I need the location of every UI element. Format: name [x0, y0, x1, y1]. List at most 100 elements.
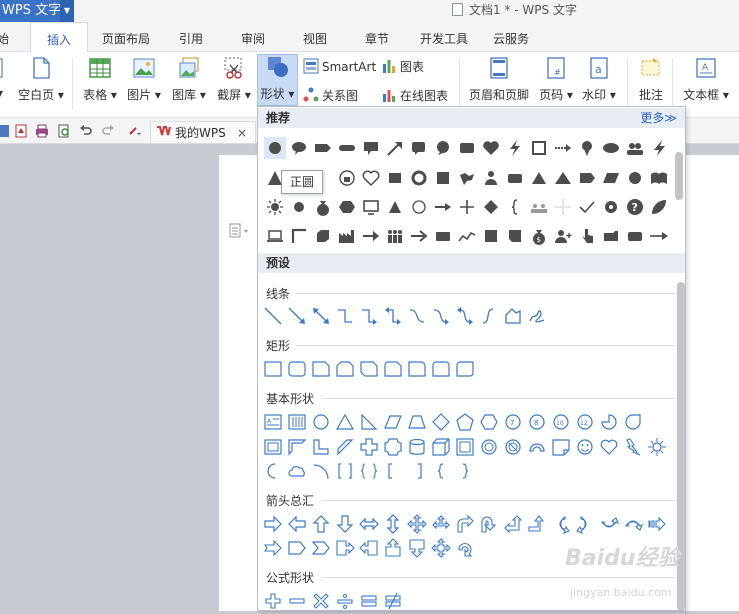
map-shape[interactable]	[456, 167, 478, 189]
elbow-arrow-connector-shape[interactable]	[359, 306, 379, 326]
donut-outline-shape[interactable]	[479, 437, 499, 457]
print-icon[interactable]	[35, 124, 49, 138]
diagonal-stripe-shape[interactable]	[335, 437, 355, 457]
lightning-outline-shape[interactable]	[623, 437, 643, 457]
half-frame-shape[interactable]	[287, 437, 307, 457]
quad-arrow-callout-shape[interactable]	[431, 538, 451, 558]
moon-shape[interactable]	[263, 461, 283, 481]
right-arrow-outline-shape[interactable]	[263, 514, 283, 534]
frame-outline-shape[interactable]	[263, 437, 283, 457]
round-callout-shape[interactable]	[432, 137, 454, 159]
octagon-shape[interactable]: 8	[527, 412, 547, 432]
pointer-hand-shape[interactable]	[576, 225, 598, 247]
math-equal-shape[interactable]	[359, 591, 379, 611]
heart-outline-2-shape[interactable]	[599, 437, 619, 457]
triangle-small-shape[interactable]	[528, 167, 550, 189]
tab-view[interactable]: 视图	[292, 22, 338, 52]
quad-arrow-shape[interactable]	[407, 514, 427, 534]
square-small-shape[interactable]	[432, 167, 454, 189]
mountain-shape[interactable]	[552, 167, 574, 189]
gallery-button[interactable]: 图库 ▾	[168, 56, 210, 114]
shapes-button[interactable]: 形状 ▾	[257, 54, 298, 106]
arrow-line-shape[interactable]	[287, 306, 307, 326]
math-divide-shape[interactable]	[335, 591, 355, 611]
chart-button[interactable]: 图表	[381, 57, 424, 77]
math-not-equal-shape[interactable]	[383, 591, 403, 611]
crosshair-shape[interactable]	[552, 196, 574, 218]
cloud-shape[interactable]	[287, 461, 307, 481]
question-shape[interactable]: ?	[624, 196, 646, 218]
bevel-shape[interactable]	[455, 437, 475, 457]
snip-same-side-rect-shape[interactable]	[335, 359, 355, 379]
book-shape[interactable]	[648, 167, 670, 189]
screenshot-button[interactable]: 截屏 ▾	[213, 56, 255, 114]
elbow-connector-shape[interactable]	[335, 306, 355, 326]
curved-connector-shape[interactable]	[407, 306, 427, 326]
double-brace-shape[interactable]	[359, 461, 379, 481]
oval-shape[interactable]	[311, 412, 331, 432]
plus-shape[interactable]	[456, 196, 478, 218]
left-right-arrow-shape[interactable]	[359, 514, 379, 534]
up-arrow-callout-shape[interactable]	[383, 538, 403, 558]
left-bracket-shape[interactable]	[383, 461, 403, 481]
up-down-arrow-shape[interactable]	[383, 514, 403, 534]
pentagon-arrow-outline-shape[interactable]	[287, 538, 307, 558]
hand-shape[interactable]	[336, 167, 358, 189]
circle-small-shape[interactable]	[624, 167, 646, 189]
money-bag-shape[interactable]	[312, 196, 334, 218]
gear-shape[interactable]	[600, 196, 622, 218]
left-arrow-callout-shape[interactable]	[359, 538, 379, 558]
snip-round-rect-shape[interactable]	[383, 359, 403, 379]
double-arrow-line-shape[interactable]	[311, 306, 331, 326]
up-arrow-outline-shape[interactable]	[311, 514, 331, 534]
brace-shape[interactable]	[504, 196, 526, 218]
pentagon-shape[interactable]	[455, 412, 475, 432]
redo-icon[interactable]	[101, 124, 115, 138]
l-shape[interactable]	[311, 437, 331, 457]
lightning-shape[interactable]	[504, 137, 526, 159]
app-menu-button[interactable]: WPS 文字 ▼	[0, 0, 74, 22]
ellipse-shape[interactable]	[600, 137, 622, 159]
tab-chapter[interactable]: 章节	[354, 22, 400, 52]
diamond-outline-shape[interactable]	[431, 412, 451, 432]
tab-developer[interactable]: 开发工具	[411, 22, 477, 52]
rounded-bar-shape[interactable]	[336, 137, 358, 159]
pie-shape[interactable]	[599, 412, 619, 432]
curved-left-arrow-shape[interactable]	[575, 514, 595, 535]
right-triangle-shape[interactable]	[359, 412, 379, 432]
donut-shape[interactable]	[408, 167, 430, 189]
parallelogram-outline-shape[interactable]	[383, 412, 403, 432]
dodecagon-shape[interactable]: 12	[575, 412, 595, 432]
arrow-right-shape[interactable]	[360, 225, 382, 247]
pdf-export-icon[interactable]	[14, 124, 28, 138]
vertical-textbox-shape[interactable]	[287, 412, 307, 432]
rect-rounded-2-shape[interactable]	[624, 225, 646, 247]
notched-right-arrow-shape[interactable]	[263, 538, 283, 558]
rect-callout-shape[interactable]	[360, 137, 382, 159]
crowd-shape[interactable]	[384, 225, 406, 247]
down-arrow-callout-shape[interactable]	[407, 538, 427, 558]
left-arrow-outline-shape[interactable]	[287, 514, 307, 534]
math-minus-shape[interactable]	[287, 591, 307, 611]
arc-shape[interactable]	[311, 461, 331, 481]
bolt-shape[interactable]	[648, 137, 670, 159]
user-add-shape[interactable]	[552, 225, 574, 247]
freeform-shape[interactable]	[503, 306, 523, 326]
undo-icon[interactable]	[79, 124, 93, 138]
isosceles-triangle-shape[interactable]	[335, 412, 355, 432]
rectangle-shape[interactable]	[263, 359, 283, 379]
tag-shape[interactable]	[576, 167, 598, 189]
square-shape[interactable]	[384, 167, 406, 189]
cross-shape[interactable]	[359, 437, 379, 457]
curve-shape[interactable]	[479, 306, 499, 326]
laptop-shape[interactable]	[264, 225, 286, 247]
curved-double-arrow-shape[interactable]	[455, 306, 475, 326]
tab-insert[interactable]: 插入	[30, 22, 88, 53]
math-plus-shape[interactable]	[263, 591, 283, 611]
tab-home[interactable]: 始	[0, 22, 18, 52]
leaf-shape[interactable]	[648, 196, 670, 218]
double-bracket-shape[interactable]	[335, 461, 355, 481]
left-right-up-arrow-shape[interactable]	[431, 514, 451, 534]
recommended-scrollbar[interactable]	[675, 152, 683, 200]
hexagon-outline-shape[interactable]	[479, 412, 499, 432]
